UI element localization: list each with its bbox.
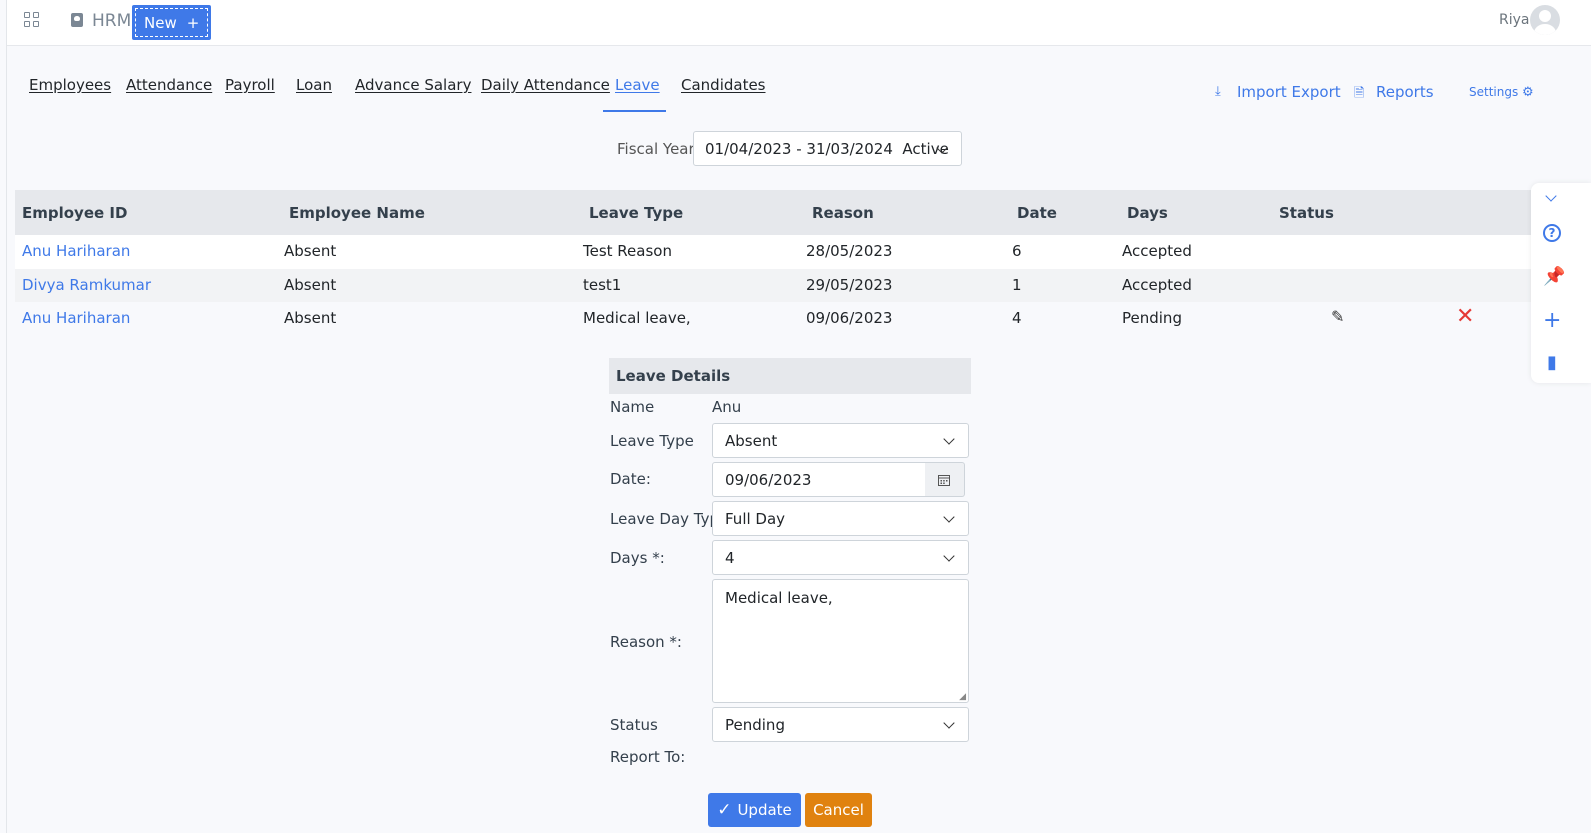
add-icon[interactable]: + xyxy=(1543,308,1561,333)
avatar[interactable] xyxy=(1530,5,1560,35)
calendar-button[interactable] xyxy=(925,462,965,497)
help-icon[interactable]: ? xyxy=(1543,224,1561,242)
cell-reason: Test Reason xyxy=(583,242,672,260)
leave-table: Employee ID Employee Name Leave Type Rea… xyxy=(15,190,1531,336)
cell-leave-type: Absent xyxy=(284,275,337,294)
pin-icon[interactable]: 📌 xyxy=(1543,266,1565,287)
settings-label: Settings xyxy=(1469,85,1519,99)
fiscal-year-value: 01/04/2023 - 31/03/2024 Active xyxy=(705,140,949,158)
leave-day-type-label: Leave Day Type xyxy=(610,510,729,528)
employee-link[interactable]: Anu Hariharan xyxy=(22,309,130,327)
col-status[interactable]: Status xyxy=(1279,204,1334,222)
status-select[interactable]: Pending xyxy=(712,707,969,742)
cell-leave-type: Absent xyxy=(284,242,337,260)
col-reason[interactable]: Reason xyxy=(812,204,874,222)
cell-date: 29/05/2023 xyxy=(806,275,893,294)
apps-grid-icon[interactable] xyxy=(24,12,40,28)
col-employee-id[interactable]: Employee ID xyxy=(22,204,127,222)
cell-days: 4 xyxy=(1012,309,1022,327)
reason-value: Medical leave, xyxy=(725,589,833,607)
active-tab-indicator xyxy=(603,110,666,112)
days-label: Days *: xyxy=(610,549,665,567)
cell-leave-type: Absent xyxy=(284,309,337,327)
reports-link[interactable]: Reports xyxy=(1376,83,1434,101)
employee-link[interactable]: Anu Hariharan xyxy=(22,242,130,260)
calendar-icon xyxy=(938,475,950,486)
checkmark-icon: ✓ xyxy=(717,800,732,820)
chevron-down-icon xyxy=(943,717,955,729)
settings-link[interactable]: Settings ⚙ xyxy=(1469,85,1534,100)
employee-link[interactable]: Divya Ramkumar xyxy=(22,276,151,294)
fiscal-year-label: Fiscal Year: xyxy=(617,140,700,158)
col-employee-name[interactable]: Employee Name xyxy=(289,204,425,222)
table-row[interactable]: Anu Hariharan Absent Test Reason 28/05/2… xyxy=(15,235,1531,269)
update-button[interactable]: ✓ Update xyxy=(708,793,801,827)
leave-day-type-value: Full Day xyxy=(725,510,786,528)
new-button-label: New xyxy=(144,13,177,32)
cell-days: 6 xyxy=(1012,242,1022,260)
top-bar: HRM New + Riya xyxy=(7,0,1591,46)
reason-label: Reason *: xyxy=(610,633,682,651)
table-row[interactable]: Anu Hariharan Absent Medical leave, 09/0… xyxy=(15,302,1531,336)
reason-textarea[interactable]: Medical leave, ◢ xyxy=(712,579,969,703)
resize-handle-icon[interactable]: ◢ xyxy=(959,692,966,702)
leave-type-value: Absent xyxy=(725,432,778,450)
chevron-down-icon xyxy=(943,433,955,445)
cell-status: Accepted xyxy=(1122,275,1192,294)
cell-date: 28/05/2023 xyxy=(806,242,893,260)
app-name[interactable]: HRM xyxy=(92,11,131,31)
cell-days: 1 xyxy=(1012,275,1022,294)
tab-leave[interactable]: Leave xyxy=(615,76,660,94)
name-label: Name xyxy=(610,398,655,416)
date-label: Date: xyxy=(610,470,651,488)
import-export-link[interactable]: Import Export xyxy=(1237,83,1341,101)
cancel-label: Cancel xyxy=(813,801,864,819)
delete-x-icon[interactable]: ✕ xyxy=(1456,304,1474,329)
leave-day-type-select[interactable]: Full Day xyxy=(712,501,969,536)
status-label: Status xyxy=(610,716,658,734)
tab-attendance[interactable]: Attendance xyxy=(126,76,212,94)
tab-advance-salary[interactable]: Advance Salary xyxy=(355,76,471,94)
cell-reason: Medical leave, xyxy=(583,309,691,327)
days-select[interactable]: 4 xyxy=(712,540,969,575)
col-leave-type[interactable]: Leave Type xyxy=(589,204,683,222)
new-button[interactable]: New + xyxy=(132,5,211,40)
col-days[interactable]: Days xyxy=(1127,204,1168,222)
chevron-down-icon xyxy=(943,511,955,523)
left-border xyxy=(6,0,7,833)
plus-icon: + xyxy=(186,13,200,32)
date-value: 09/06/2023 xyxy=(725,471,812,489)
tab-candidates[interactable]: Candidates xyxy=(681,76,766,94)
gear-icon: ⚙ xyxy=(1522,85,1534,100)
cell-date: 09/06/2023 xyxy=(806,309,893,327)
leave-type-select[interactable]: Absent xyxy=(712,423,969,458)
leave-details-title: Leave Details xyxy=(609,358,971,394)
table-header: Employee ID Employee Name Leave Type Rea… xyxy=(15,190,1531,235)
cell-status: Pending xyxy=(1122,309,1182,327)
update-label: Update xyxy=(737,801,792,819)
tab-daily-attendance[interactable]: Daily Attendance xyxy=(481,76,610,94)
table-row[interactable]: Divya Ramkumar Absent test1 29/05/2023 1… xyxy=(15,268,1531,302)
fiscal-year-select[interactable]: 01/04/2023 - 31/03/2024 Active xyxy=(693,131,962,166)
date-input[interactable]: 09/06/2023 xyxy=(712,462,926,497)
col-date[interactable]: Date xyxy=(1017,204,1057,222)
pdf-file-icon: 🗎 xyxy=(1354,86,1365,101)
hrm-badge-icon xyxy=(71,13,83,27)
report-to-label: Report To: xyxy=(610,748,686,766)
days-value: 4 xyxy=(725,549,735,567)
cell-reason: test1 xyxy=(583,275,622,294)
download-icon: ⤓ xyxy=(1215,84,1221,99)
tab-employees[interactable]: Employees xyxy=(29,76,111,94)
tab-payroll[interactable]: Payroll xyxy=(225,76,275,94)
tab-loan[interactable]: Loan xyxy=(296,76,332,94)
book-icon[interactable]: ▮ xyxy=(1543,352,1561,373)
cancel-button[interactable]: Cancel xyxy=(805,793,872,827)
user-name[interactable]: Riya xyxy=(1499,12,1529,28)
chevron-down-icon xyxy=(943,550,955,562)
edit-pencil-icon[interactable]: ✎ xyxy=(1331,307,1344,326)
leave-type-label: Leave Type xyxy=(610,432,694,450)
name-value: Anu xyxy=(712,398,742,416)
cell-status: Accepted xyxy=(1122,242,1192,260)
status-value: Pending xyxy=(725,716,785,734)
